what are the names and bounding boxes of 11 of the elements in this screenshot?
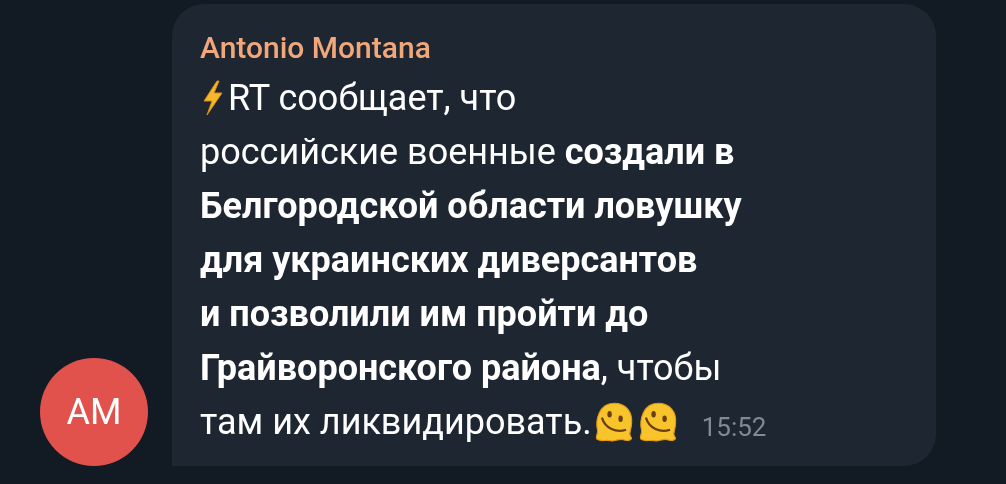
message-text: и позволили им пройти до bbox=[200, 292, 649, 337]
message-text: там их ликвидировать. bbox=[200, 400, 592, 445]
message-text: Белгородской области ловушку bbox=[200, 184, 742, 229]
lightning-icon bbox=[200, 80, 226, 116]
message-text: российские военные создали в bbox=[200, 130, 735, 175]
message-text: RT сообщает, что bbox=[228, 76, 517, 121]
message-time: 15:52 bbox=[701, 411, 767, 444]
sender-name[interactable]: Antonio Montana bbox=[200, 30, 916, 65]
message-text: Грайворонского района, чтобы bbox=[200, 346, 722, 391]
message-text: для украинских диверсантов bbox=[200, 238, 698, 283]
avatar[interactable]: AM bbox=[40, 358, 148, 466]
